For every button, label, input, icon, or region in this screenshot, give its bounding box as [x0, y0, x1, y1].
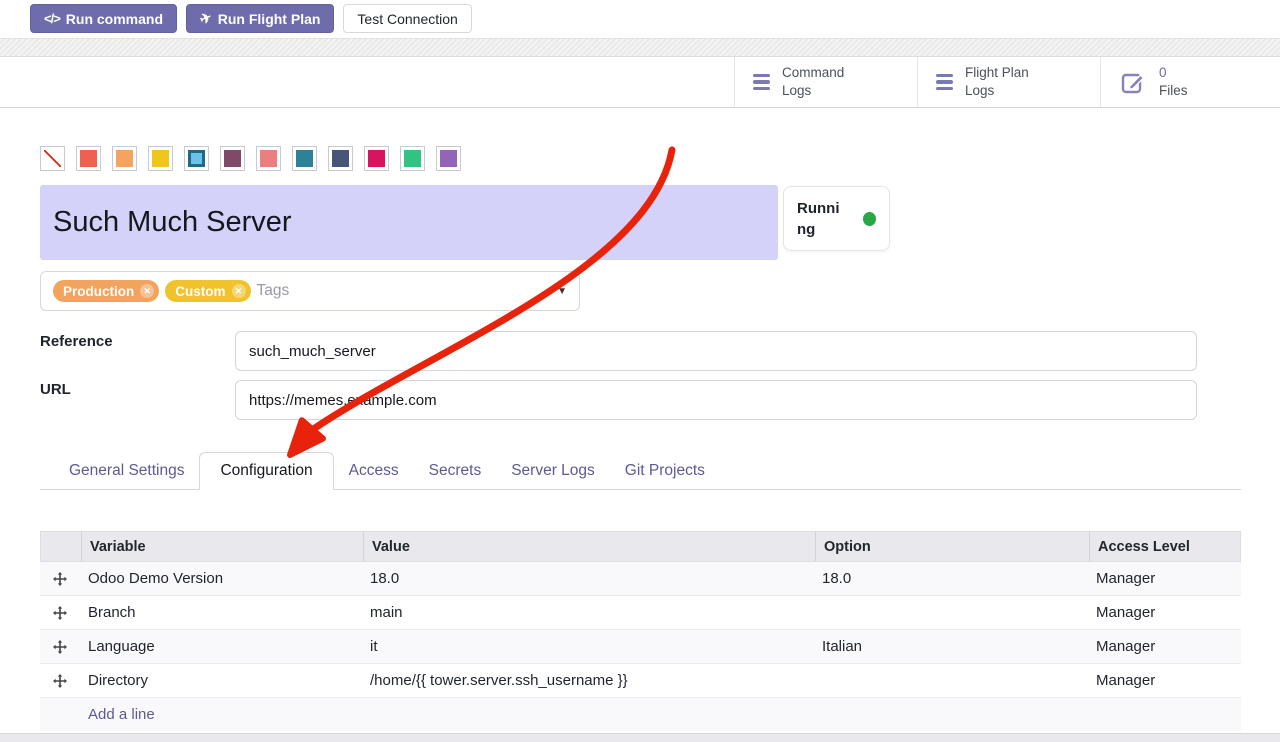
color-swatch-orange[interactable]: [112, 146, 137, 171]
run-command-button[interactable]: </> Run command: [30, 4, 177, 33]
tags-field[interactable]: Production ✕ Custom ✕ Tags ▼: [40, 271, 580, 311]
files-count: 0: [1159, 65, 1167, 80]
table-row[interactable]: Branch main Manager: [40, 596, 1241, 630]
files-label: Files: [1159, 83, 1188, 98]
color-swatch-dark-purple[interactable]: [220, 146, 245, 171]
server-status-widget[interactable]: Running: [783, 186, 890, 251]
page-title: Such Much Server: [53, 206, 292, 239]
test-connection-button[interactable]: Test Connection: [343, 4, 471, 33]
table-row[interactable]: Odoo Demo Version 18.0 18.0 Manager: [40, 562, 1241, 596]
stat-button-box: Command Logs Flight Plan Logs 0 Files: [734, 57, 1280, 107]
tag-custom-label: Custom: [175, 284, 225, 299]
add-a-line-link[interactable]: Add a line: [80, 706, 1241, 723]
command-logs-label-line2: Logs: [782, 83, 811, 98]
color-palette: [40, 146, 461, 171]
cell-variable[interactable]: Branch: [80, 604, 362, 621]
code-icon: </>: [44, 11, 60, 26]
cell-value[interactable]: 18.0: [362, 570, 814, 587]
url-label: URL: [40, 381, 71, 398]
cell-access-level[interactable]: Manager: [1088, 638, 1241, 655]
edit-icon: [1119, 68, 1147, 96]
table-header-row: Variable Value Option Access Level: [40, 531, 1241, 562]
flight-plan-logs-label-line1: Flight Plan: [965, 65, 1029, 80]
cell-value[interactable]: /home/{{ tower.server.ssh_username }}: [362, 672, 814, 689]
cell-value[interactable]: main: [362, 604, 814, 621]
notebook-tabs: General Settings Configuration Access Se…: [40, 452, 1241, 490]
add-line-row: Add a line: [40, 698, 1241, 731]
color-swatch-violet[interactable]: [436, 146, 461, 171]
column-variable[interactable]: Variable: [81, 532, 363, 561]
cell-variable[interactable]: Language: [80, 638, 362, 655]
list-icon: [753, 74, 770, 91]
color-swatch-green[interactable]: [400, 146, 425, 171]
reference-input[interactable]: [235, 331, 1197, 371]
chevron-down-icon[interactable]: ▼: [557, 286, 567, 297]
url-input[interactable]: [235, 380, 1197, 420]
cell-variable[interactable]: Directory: [80, 672, 362, 689]
tag-production-label: Production: [63, 284, 134, 299]
cell-access-level[interactable]: Manager: [1088, 604, 1241, 621]
status-dot-green: [863, 212, 876, 226]
column-option[interactable]: Option: [815, 532, 1089, 561]
tab-access[interactable]: Access: [334, 452, 414, 489]
color-swatch-light-blue-selected[interactable]: [184, 146, 209, 171]
table-row[interactable]: Directory /home/{{ tower.server.ssh_user…: [40, 664, 1241, 698]
color-swatch-salmon[interactable]: [256, 146, 281, 171]
color-swatch-raspberry[interactable]: [364, 146, 389, 171]
cell-access-level[interactable]: Manager: [1088, 672, 1241, 689]
list-icon: [936, 74, 953, 91]
variables-table: Variable Value Option Access Level Odoo …: [40, 531, 1241, 731]
test-connection-label: Test Connection: [357, 11, 457, 27]
cell-variable[interactable]: Odoo Demo Version: [80, 570, 362, 587]
tab-server-logs[interactable]: Server Logs: [496, 452, 610, 489]
status-label: Running: [797, 198, 845, 240]
color-swatch-yellow[interactable]: [148, 146, 173, 171]
tab-secrets[interactable]: Secrets: [414, 452, 497, 489]
drag-handle-icon[interactable]: [40, 640, 80, 654]
remove-tag-icon[interactable]: ✕: [140, 284, 154, 298]
run-flight-plan-button[interactable]: ✈ Run Flight Plan: [186, 4, 334, 33]
decorative-strip: [0, 38, 1280, 57]
tab-git-projects[interactable]: Git Projects: [610, 452, 720, 489]
color-swatch-dark-blue[interactable]: [328, 146, 353, 171]
page-background-strip: [0, 733, 1280, 742]
toolbar: </> Run command ✈ Run Flight Plan Test C…: [30, 4, 472, 33]
cell-value[interactable]: it: [362, 638, 814, 655]
color-swatch-teal[interactable]: [292, 146, 317, 171]
table-row[interactable]: Language it Italian Manager: [40, 630, 1241, 664]
drag-handle-icon[interactable]: [40, 606, 80, 620]
form-header: Command Logs Flight Plan Logs 0 Files: [0, 57, 1280, 108]
cell-option[interactable]: Italian: [814, 638, 1088, 655]
handle-column-header: [41, 532, 81, 561]
flight-plan-logs-button[interactable]: Flight Plan Logs: [917, 57, 1100, 107]
remove-tag-icon[interactable]: ✕: [232, 284, 246, 298]
run-command-label: Run command: [66, 11, 163, 27]
tab-general-settings[interactable]: General Settings: [54, 452, 199, 489]
drag-handle-icon[interactable]: [40, 572, 80, 586]
color-swatch-no-color[interactable]: [40, 146, 65, 171]
drag-handle-icon[interactable]: [40, 674, 80, 688]
server-name-field[interactable]: Such Much Server: [40, 185, 778, 260]
plane-icon: ✈: [197, 8, 214, 28]
flight-plan-logs-label-line2: Logs: [965, 83, 994, 98]
column-value[interactable]: Value: [363, 532, 815, 561]
tab-configuration[interactable]: Configuration: [199, 452, 333, 490]
command-logs-label-line1: Command: [782, 65, 844, 80]
column-access-level[interactable]: Access Level: [1089, 532, 1242, 561]
run-flight-plan-label: Run Flight Plan: [218, 11, 321, 27]
tag-custom: Custom ✕: [165, 280, 250, 302]
command-logs-button[interactable]: Command Logs: [734, 57, 917, 107]
reference-label: Reference: [40, 333, 113, 350]
cell-option[interactable]: 18.0: [814, 570, 1088, 587]
cell-access-level[interactable]: Manager: [1088, 570, 1241, 587]
tags-placeholder: Tags: [257, 282, 290, 300]
color-swatch-red[interactable]: [76, 146, 101, 171]
files-button[interactable]: 0 Files: [1100, 57, 1280, 107]
tag-production: Production ✕: [53, 280, 159, 302]
